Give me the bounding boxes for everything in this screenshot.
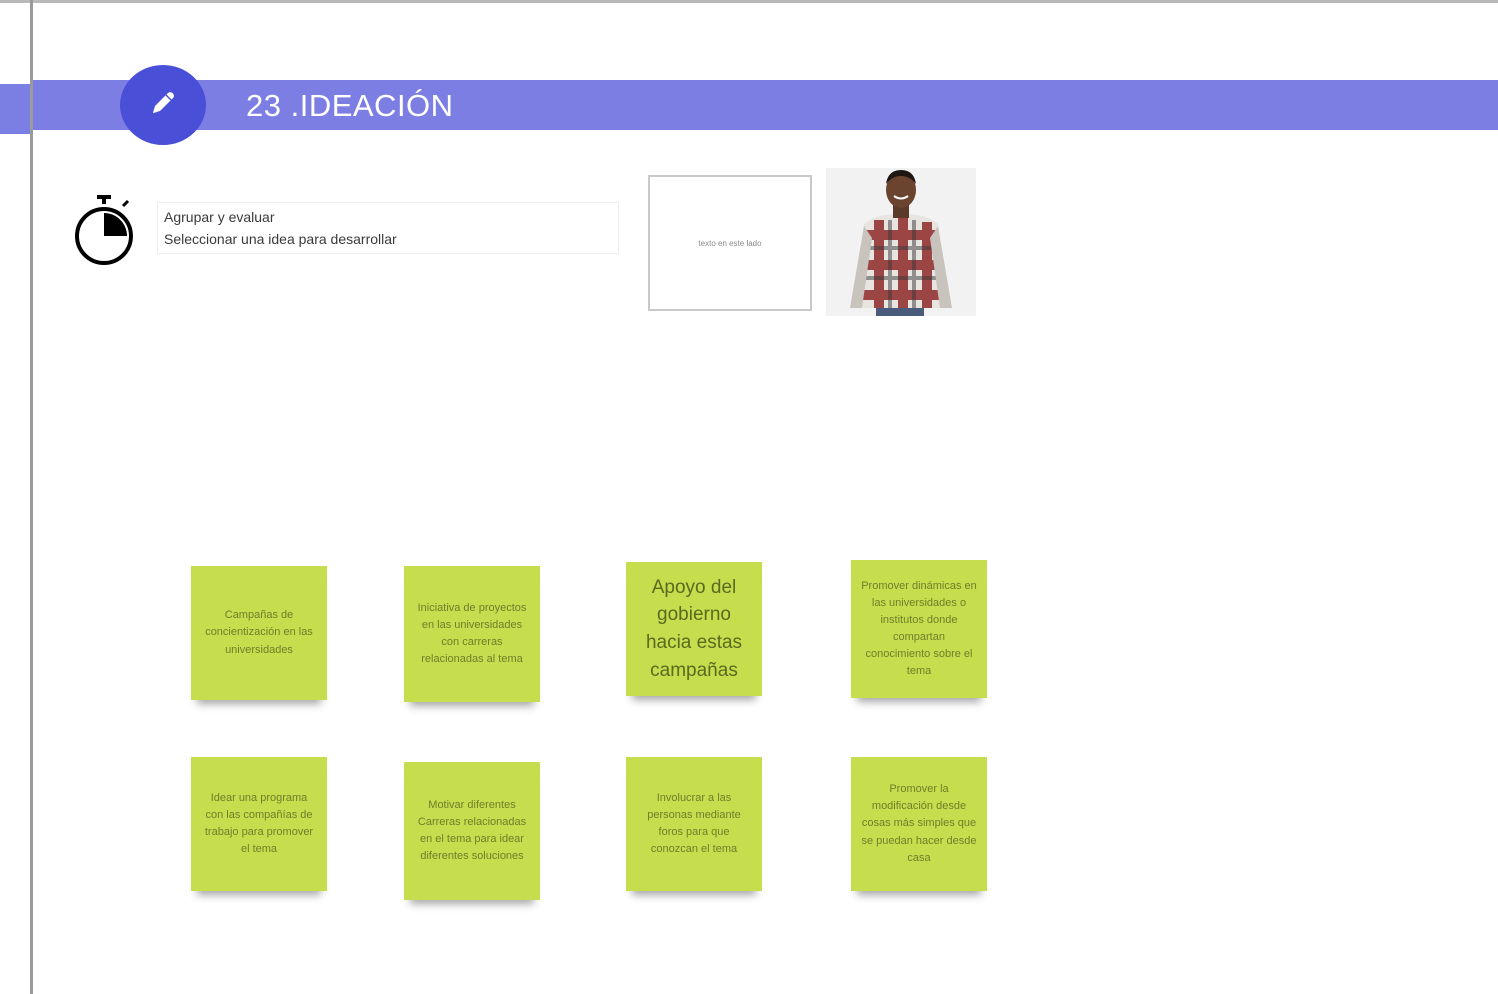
left-tab bbox=[0, 84, 30, 134]
sticky-note-text: Apoyo del gobierno hacia estas campañas bbox=[645, 576, 743, 681]
sticky-note-3[interactable]: Apoyo del gobierno hacia estas campañas bbox=[626, 562, 762, 696]
sticky-note-text: Involucrar a las personas mediante foros… bbox=[647, 791, 741, 856]
sticky-note-1[interactable]: Campañas de concientización en las unive… bbox=[191, 566, 327, 700]
sticky-note-text: Iniciativa de proyectos en las universid… bbox=[417, 601, 527, 666]
sticky-note-text: Idear una programa con las compañías de … bbox=[204, 791, 314, 856]
blank-card[interactable]: texto en este lado bbox=[648, 175, 812, 311]
card-text: texto en este lado bbox=[698, 238, 762, 248]
sticky-note-7[interactable]: Involucrar a las personas mediante foros… bbox=[626, 757, 762, 891]
instruction-line-2: Seleccionar una idea para desarrollar bbox=[164, 231, 397, 247]
section-icon-badge bbox=[120, 65, 206, 145]
sticky-note-8[interactable]: Promover la modificación desde cosas más… bbox=[851, 757, 987, 891]
sticky-note-4[interactable]: Promover dinámicas en las universidades … bbox=[851, 560, 987, 698]
pen-icon bbox=[146, 86, 180, 125]
person-photo bbox=[826, 168, 976, 316]
sticky-note-6[interactable]: Motivar diferentes Carreras relacionadas… bbox=[404, 762, 540, 900]
stopwatch-icon bbox=[68, 192, 140, 268]
sticky-note-text: Promover la modificación desde cosas más… bbox=[861, 783, 977, 864]
instructions-box: Agrupar y evaluar Seleccionar una idea p… bbox=[157, 202, 619, 254]
left-border bbox=[30, 0, 33, 994]
instruction-line-1: Agrupar y evaluar bbox=[164, 209, 275, 225]
sticky-note-text: Promover dinámicas en las universidades … bbox=[861, 579, 977, 678]
sticky-note-5[interactable]: Idear una programa con las compañías de … bbox=[191, 757, 327, 891]
sticky-note-2[interactable]: Iniciativa de proyectos en las universid… bbox=[404, 566, 540, 702]
section-title: 23 .IDEACIÓN bbox=[246, 88, 454, 123]
sticky-note-text: Motivar diferentes Carreras relacionadas… bbox=[417, 798, 527, 863]
sticky-note-text: Campañas de concientización en las unive… bbox=[205, 609, 313, 656]
top-border bbox=[0, 0, 1498, 3]
